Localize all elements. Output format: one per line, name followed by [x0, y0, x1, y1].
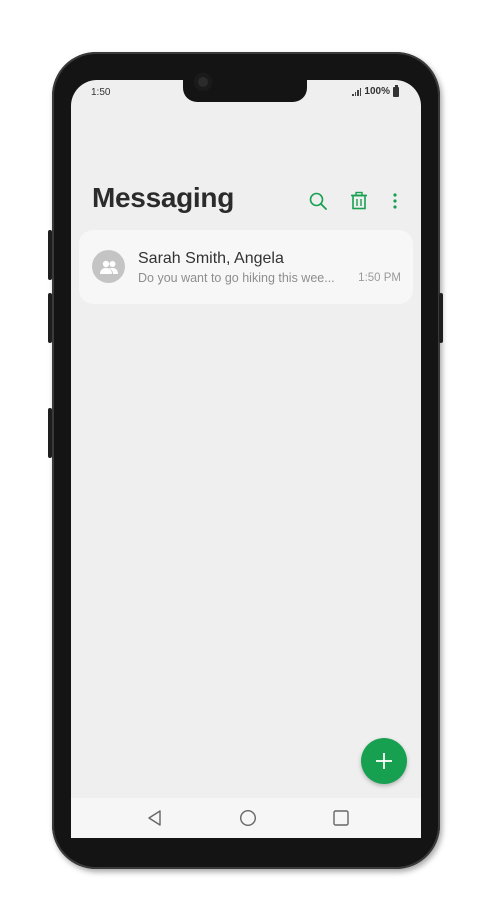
- home-icon[interactable]: [237, 807, 259, 829]
- conversation-preview: Do you want to go hiking this wee...: [138, 271, 335, 285]
- volume-up-button: [48, 230, 52, 280]
- new-message-button[interactable]: [361, 738, 407, 784]
- recents-icon[interactable]: [330, 807, 352, 829]
- volume-down-button: [48, 293, 52, 343]
- conversation-item[interactable]: Sarah Smith, Angela Do you want to go hi…: [79, 230, 413, 304]
- front-camera: [194, 73, 212, 91]
- back-icon[interactable]: [144, 807, 166, 829]
- power-button: [439, 293, 443, 343]
- battery-icon: [393, 84, 399, 97]
- navigation-bar: [71, 798, 421, 838]
- conversation-name: Sarah Smith, Angela: [138, 250, 284, 267]
- conversation-time: 1:50 PM: [358, 272, 401, 284]
- status-indicators: 100%: [352, 84, 399, 97]
- signal-icon: [352, 87, 362, 96]
- plus-icon: [376, 753, 392, 769]
- battery-percent: 100%: [364, 86, 390, 97]
- status-time: 1:50: [91, 87, 111, 98]
- group-icon: [92, 250, 125, 283]
- page-title: Messaging: [92, 182, 235, 213]
- phone-screen: 1:50 100% Messaging Sarah Smith, Angela …: [71, 80, 421, 838]
- more-vert-icon[interactable]: [384, 190, 406, 212]
- search-icon[interactable]: [307, 190, 329, 212]
- trash-icon[interactable]: [348, 190, 370, 212]
- assistant-button: [48, 408, 52, 458]
